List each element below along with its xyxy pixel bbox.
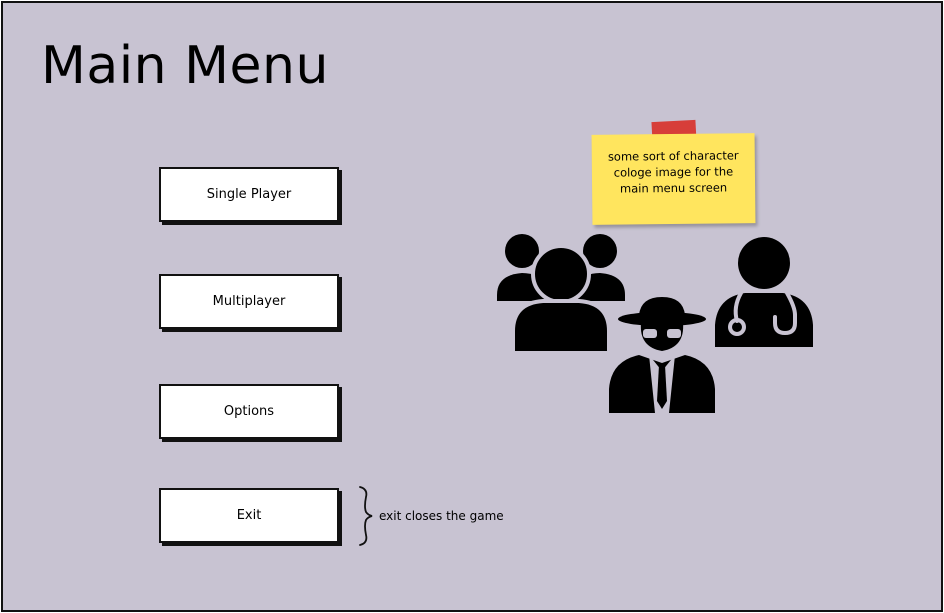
options-button[interactable]: Options: [159, 384, 339, 439]
single-player-button[interactable]: Single Player: [159, 167, 339, 222]
group-icon: [497, 234, 625, 353]
exit-annotation: exit closes the game: [357, 485, 504, 547]
doctor-icon: [715, 237, 813, 347]
spy-icon: [609, 297, 715, 413]
sticky-note: some sort of character cologe image for …: [591, 133, 756, 225]
options-label: Options: [223, 404, 275, 419]
exit-note: exit closes the game: [379, 509, 504, 523]
multiplayer-label: Multiplayer: [212, 294, 286, 309]
exit-button[interactable]: Exit: [159, 488, 339, 543]
single-player-label: Single Player: [206, 187, 292, 202]
sticky-note-text: some sort of character cologe image for …: [607, 148, 739, 196]
exit-label: Exit: [236, 508, 262, 523]
multiplayer-button[interactable]: Multiplayer: [159, 274, 339, 329]
page-title: Main Menu: [41, 36, 329, 96]
curly-brace-icon: [359, 486, 373, 546]
main-menu-screen: Main Menu Single Player Multiplayer Opti…: [1, 1, 943, 612]
